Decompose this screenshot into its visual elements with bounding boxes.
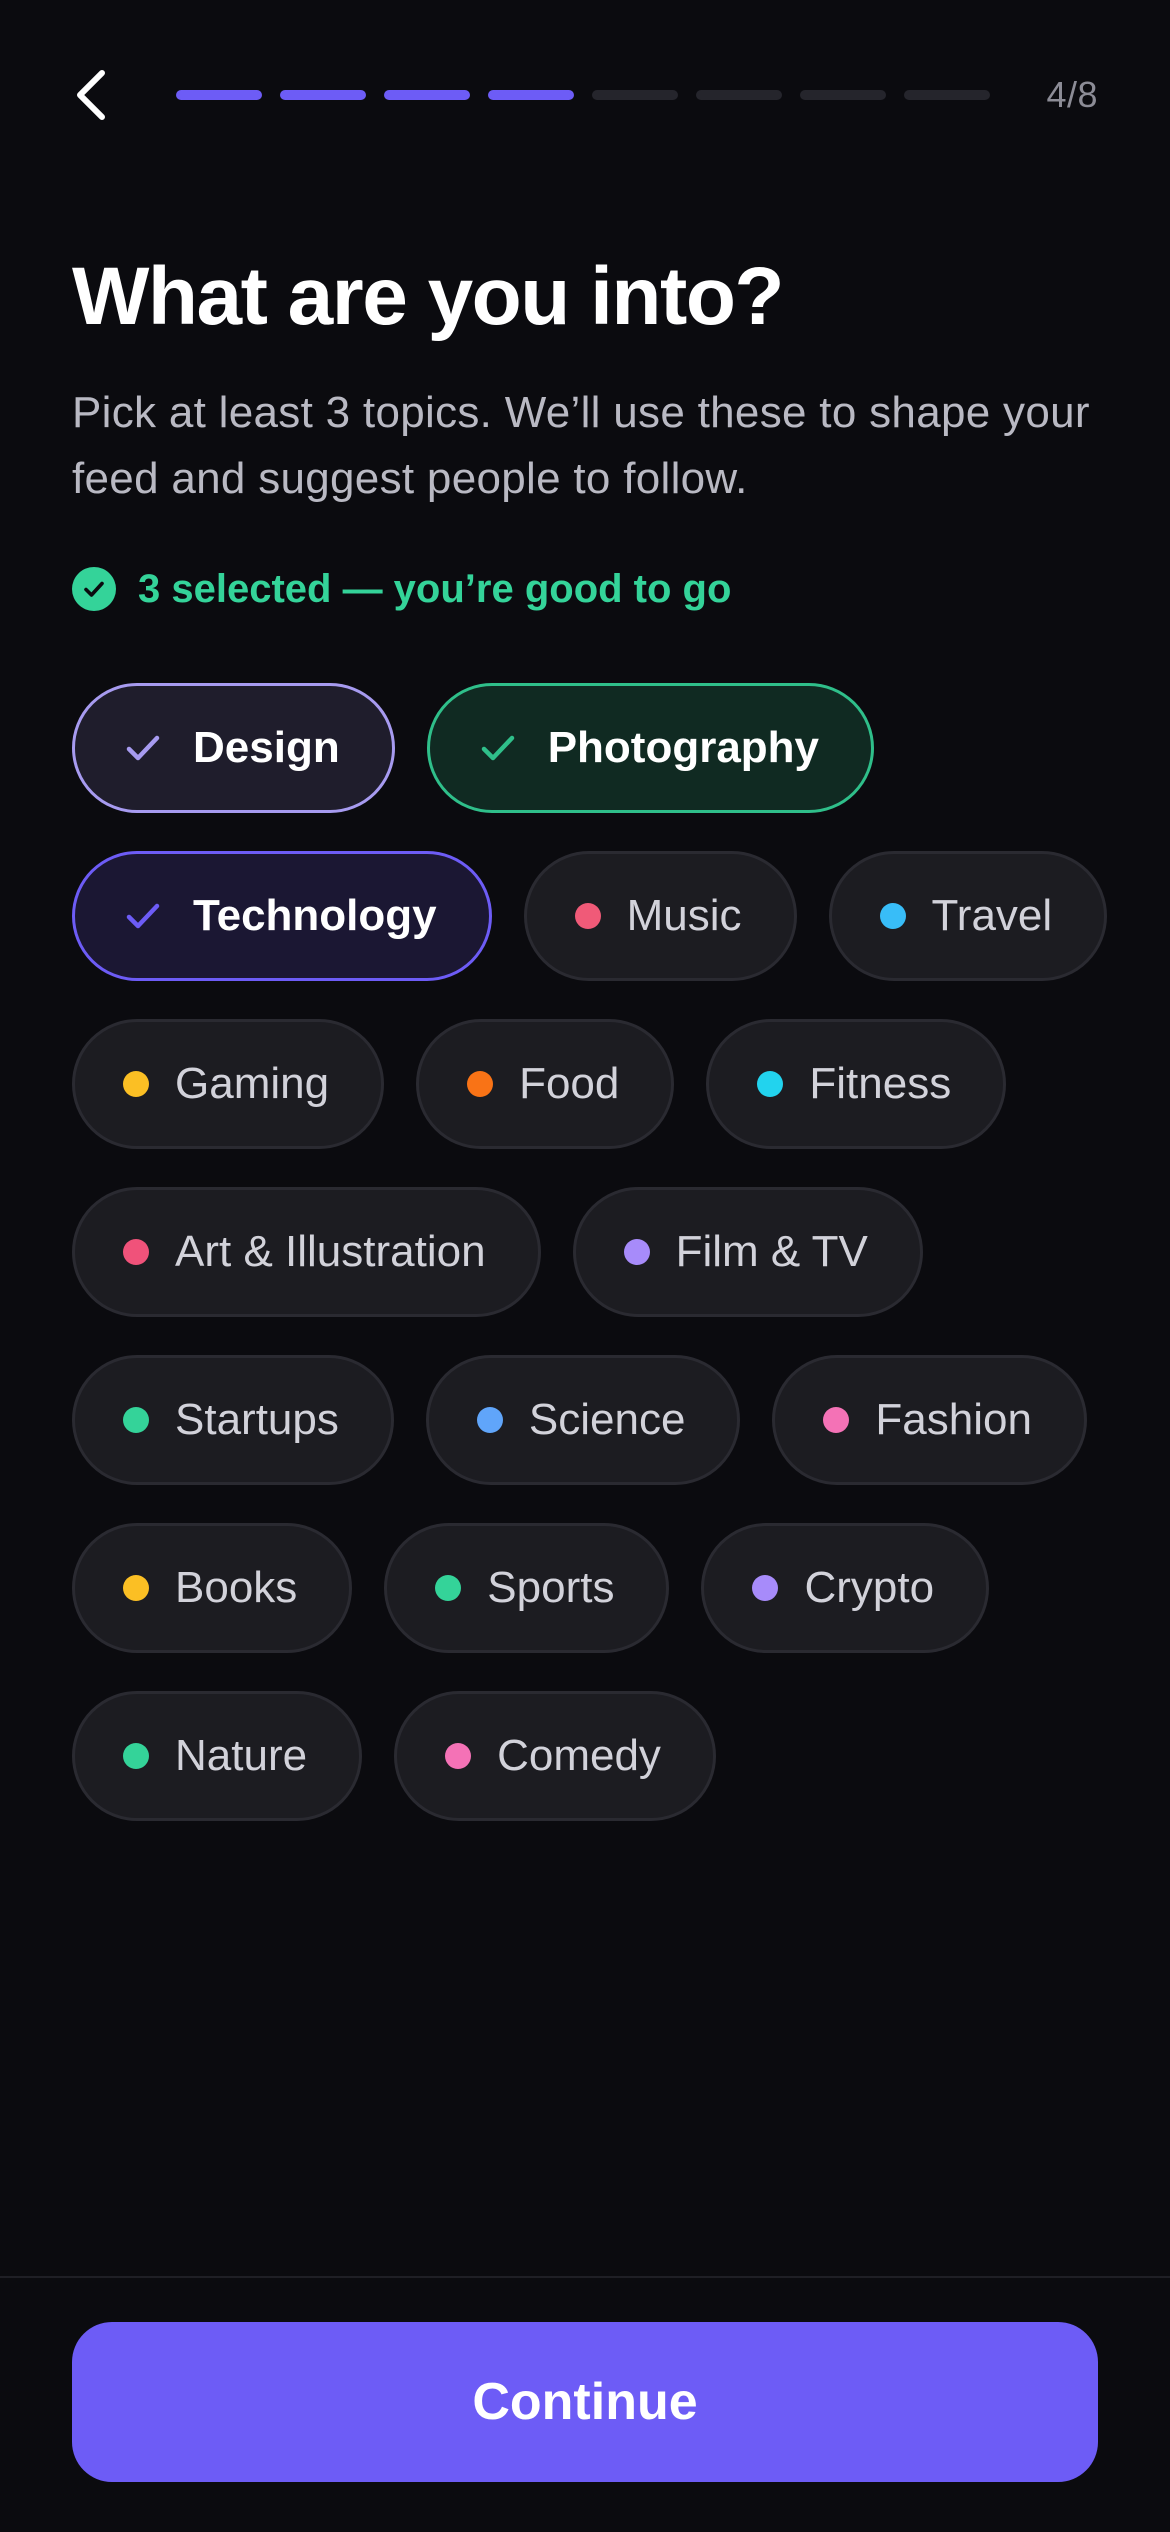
topic-chip-label: Music — [626, 891, 742, 940]
chevron-left-icon — [77, 70, 105, 120]
topic-chip-label: Film & TV — [675, 1227, 868, 1276]
topic-chip-label: Technology — [193, 891, 437, 940]
topic-chip-label: Travel — [931, 891, 1053, 940]
topic-chip-science[interactable]: Science — [425, 1355, 741, 1485]
topic-color-dot — [123, 1239, 149, 1265]
topic-chip-books[interactable]: Books — [72, 1523, 353, 1653]
topic-color-dot — [123, 1407, 149, 1433]
topic-chip-crypto[interactable]: Crypto — [701, 1523, 990, 1653]
page-subtitle: Pick at least 3 topics. We’ll use these … — [72, 388, 1090, 503]
topic-chip-label: Gaming — [175, 1059, 330, 1108]
topic-color-dot — [123, 1575, 149, 1601]
topic-chip-label: Startups — [175, 1395, 339, 1444]
topic-chip-fitness[interactable]: Fitness — [706, 1019, 1007, 1149]
page-title: What are you into? — [72, 251, 785, 342]
check-circle-icon — [72, 567, 116, 611]
step-counter: 4/8 — [1046, 74, 1098, 115]
topic-chip-label: Sports — [487, 1563, 615, 1612]
topic-chip-travel[interactable]: Travel — [828, 851, 1108, 981]
topic-color-dot — [757, 1071, 784, 1097]
topic-chip-startups[interactable]: Startups — [72, 1355, 394, 1485]
check-icon — [481, 735, 514, 761]
topic-color-dot — [879, 903, 906, 929]
top-bar: 4/8 — [72, 60, 1098, 130]
progress-segment — [904, 90, 990, 100]
topic-chip-label: Fashion — [875, 1395, 1032, 1444]
topic-chip-label: Science — [528, 1395, 686, 1444]
topic-chip-technology[interactable]: Technology — [72, 851, 492, 981]
topic-chip-sports[interactable]: Sports — [384, 1523, 670, 1653]
topic-chip-fashion[interactable]: Fashion — [772, 1355, 1087, 1485]
topic-chip-nature[interactable]: Nature — [72, 1691, 363, 1821]
topic-chip-label: Art & Illustration — [175, 1227, 486, 1276]
topic-chip-label: Fitness — [809, 1059, 952, 1108]
progress-segment — [800, 90, 886, 100]
selection-status-text: 3 selected — you’re good to go — [138, 566, 732, 611]
topic-color-dot — [123, 1743, 149, 1769]
topic-chip-label: Photography — [547, 723, 820, 772]
topic-chip-label: Crypto — [804, 1563, 935, 1612]
onboarding-topics-screen: 4/8 What are you into? Pick at least 3 t… — [0, 0, 1170, 2532]
topic-color-dot — [467, 1071, 494, 1097]
progress-segment — [488, 90, 574, 100]
check-icon — [126, 903, 160, 929]
progress-segment — [176, 90, 262, 100]
topic-chip-label: Comedy — [497, 1731, 661, 1780]
topic-chip-list: Design Photography Technology Music Travel Ga… — [72, 683, 1112, 1821]
topic-chip-label: Books — [175, 1563, 298, 1612]
back-button[interactable] — [72, 60, 128, 130]
topic-chip-comedy[interactable]: Comedy — [394, 1691, 716, 1821]
topic-color-dot — [574, 903, 601, 929]
progress-segment — [696, 90, 782, 100]
topic-chip-label: Nature — [175, 1731, 308, 1780]
progress-bar — [176, 90, 1026, 100]
topic-color-dot — [623, 1239, 650, 1265]
topic-chip-gaming[interactable]: Gaming — [72, 1019, 385, 1149]
footer-divider — [0, 2276, 1170, 2278]
selection-status: 3 selected — you’re good to go — [72, 562, 731, 616]
progress-segment — [592, 90, 678, 100]
topic-chip-label: Food — [519, 1059, 620, 1108]
topic-chip-art-and-illustration[interactable]: Art & Illustration — [72, 1187, 541, 1317]
continue-button[interactable]: Continue — [72, 2322, 1098, 2482]
topic-chip-photography[interactable]: Photography — [426, 683, 875, 813]
topic-color-dot — [445, 1743, 472, 1769]
progress-segment — [280, 90, 366, 100]
topic-color-dot — [123, 1071, 149, 1097]
topic-chip-design[interactable]: Design — [72, 683, 395, 813]
topic-chip-film-and-tv[interactable]: Film & TV — [572, 1187, 923, 1317]
topic-color-dot — [752, 1575, 779, 1601]
check-icon — [126, 735, 160, 761]
topic-chip-food[interactable]: Food — [416, 1019, 675, 1149]
topic-chip-music[interactable]: Music — [523, 851, 797, 981]
topic-color-dot — [476, 1407, 503, 1433]
topic-color-dot — [823, 1407, 850, 1433]
progress-segment — [384, 90, 470, 100]
topic-color-dot — [435, 1575, 462, 1601]
topic-chip-label: Design — [193, 723, 340, 772]
